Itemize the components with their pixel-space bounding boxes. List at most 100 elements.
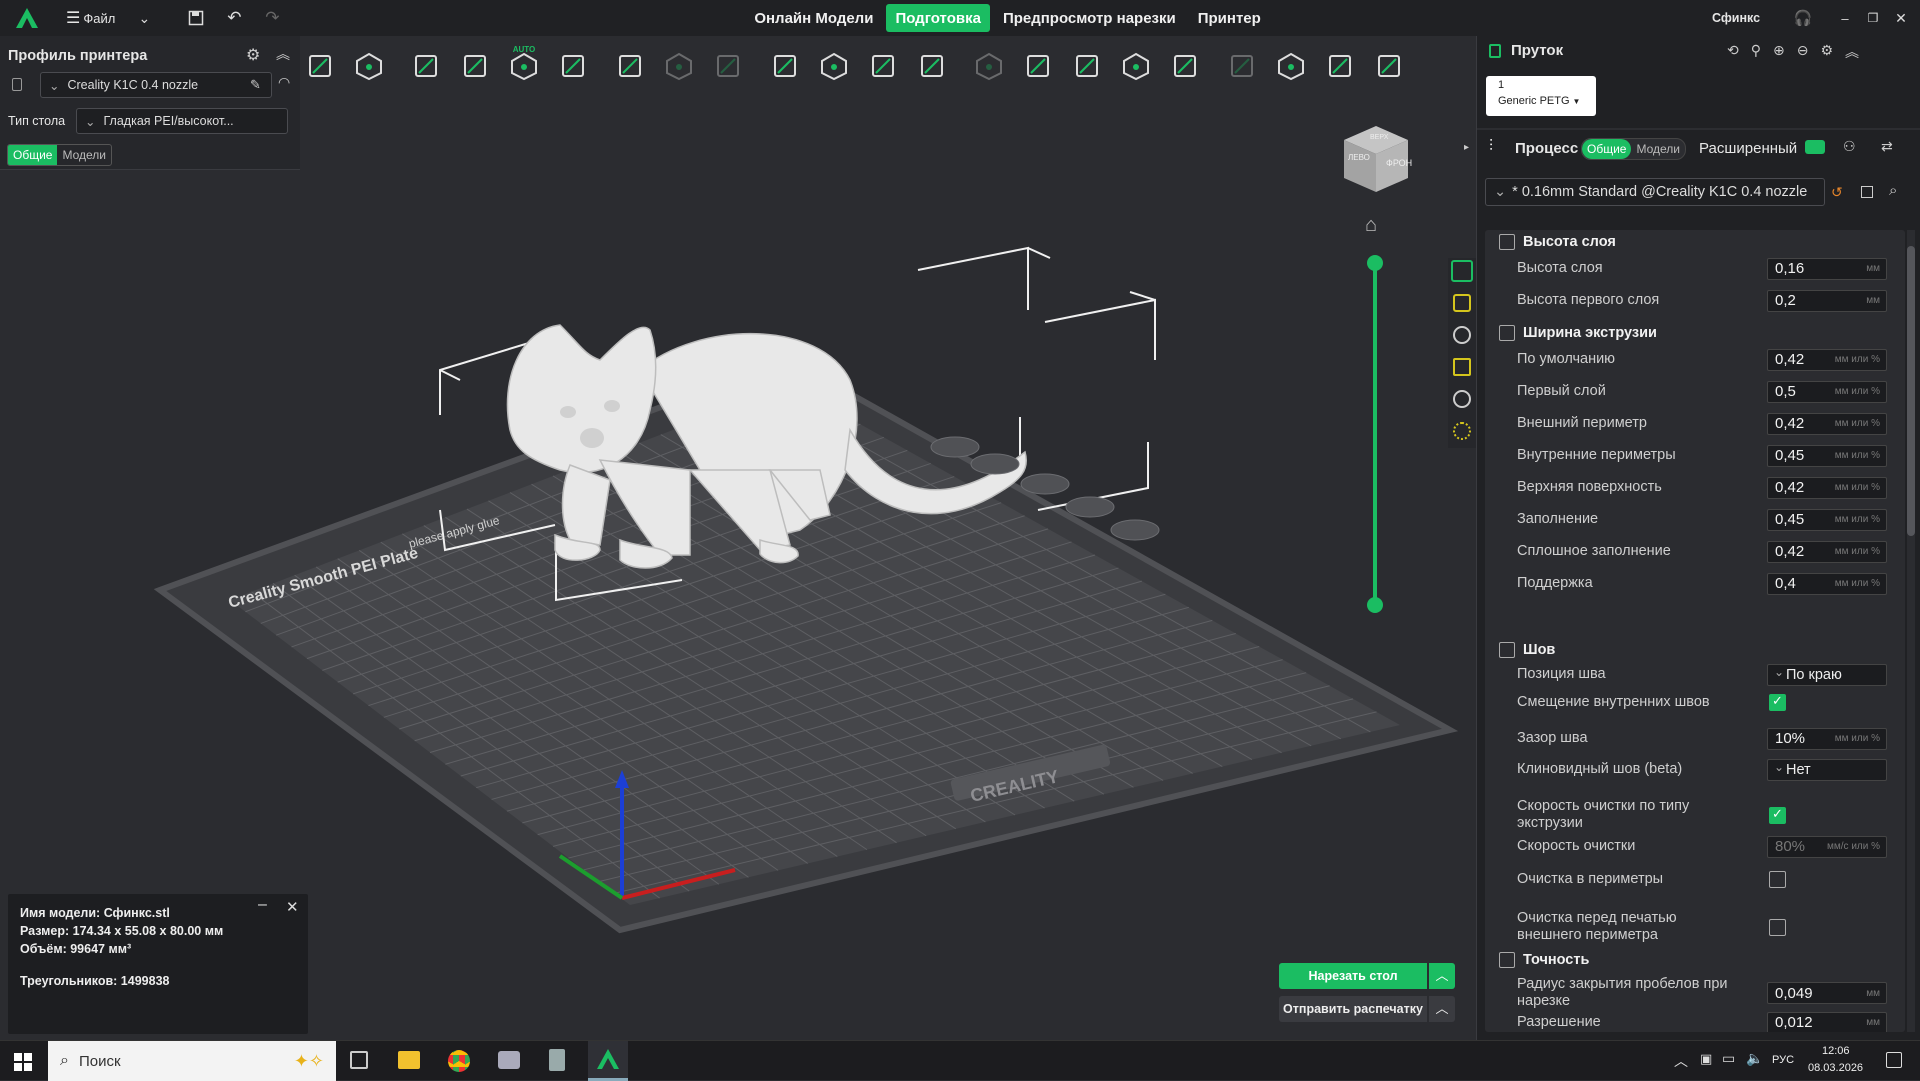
wipe-before-row-checkbox[interactable] xyxy=(1769,918,1786,936)
setting-row-input[interactable]: 0,5 мм или % xyxy=(1767,380,1887,403)
orient-icon[interactable] xyxy=(455,46,495,86)
undo-icon[interactable]: ↶ xyxy=(219,3,249,33)
app-logo-icon[interactable] xyxy=(12,3,42,33)
section-seam[interactable]: Шов xyxy=(1499,642,1555,658)
link-icon[interactable]: ⇄ xyxy=(1881,138,1893,155)
taskbar-time[interactable]: 12:06 xyxy=(1822,1045,1850,1057)
minimize-icon[interactable]: – xyxy=(258,896,267,914)
slicer-app-icon[interactable] xyxy=(498,1051,520,1069)
calculator-icon[interactable] xyxy=(549,1049,565,1071)
tab-slice-preview[interactable]: Предпросмотр нарезки xyxy=(994,4,1185,32)
compare-icon[interactable]: ⚇ xyxy=(1843,138,1856,155)
settings-scrollbar[interactable] xyxy=(1907,230,1915,1032)
send-print-button[interactable]: Отправить распечатку xyxy=(1279,996,1427,1022)
hollow-icon[interactable] xyxy=(863,46,903,86)
add-object-icon[interactable] xyxy=(300,46,340,86)
section-line-width[interactable]: Ширина экструзии xyxy=(1499,325,1657,341)
arrange-icon[interactable] xyxy=(406,46,446,86)
close-icon[interactable]: ✕ xyxy=(286,898,299,916)
language-indicator[interactable]: РУС xyxy=(1772,1054,1794,1066)
setting-row-input[interactable]: 0,4 мм или % xyxy=(1767,572,1887,595)
gear-icon[interactable]: ⚙ xyxy=(1820,42,1833,62)
layout-split-icon[interactable] xyxy=(708,46,748,86)
advanced-toggle[interactable] xyxy=(1805,140,1825,154)
slice-plate-button[interactable]: Нарезать стол xyxy=(1279,963,1427,989)
setting-row-input[interactable]: 0,42 мм или % xyxy=(1767,540,1887,563)
split-icon[interactable] xyxy=(553,46,593,86)
search-icon[interactable]: ⌕ xyxy=(1889,182,1897,199)
spool-icon[interactable]: ⚲ xyxy=(1751,42,1761,62)
gear-icon[interactable]: ⚙ xyxy=(246,45,260,65)
printer-profile-select[interactable]: ⌄ Creality K1C 0.4 nozzle xyxy=(40,72,272,98)
cut-icon[interactable] xyxy=(610,46,650,86)
process-preset-select[interactable]: ⌄ * 0.16mm Standard @Creality K1C 0.4 no… xyxy=(1485,178,1825,206)
seam-offset-row-checkbox[interactable] xyxy=(1769,693,1786,711)
volume-icon[interactable]: 🔈 xyxy=(1746,1050,1763,1067)
tab-general[interactable]: Общие xyxy=(1582,139,1632,159)
add-icon[interactable]: ⊕ xyxy=(1773,42,1785,62)
others-icon[interactable] xyxy=(1453,390,1471,408)
tab-prepare[interactable]: Подготовка xyxy=(886,4,990,32)
setting-row-input[interactable]: 0,42 мм или % xyxy=(1767,412,1887,435)
auto-orient-icon[interactable]: AUTO xyxy=(504,45,544,86)
wifi-icon[interactable]: ◠ xyxy=(278,74,290,91)
setting-row-input[interactable]: 0,45 мм или % xyxy=(1767,444,1887,467)
redo-icon[interactable]: ↷ xyxy=(257,3,287,33)
layer-slider-top-handle[interactable] xyxy=(1367,255,1383,271)
taskbar-search[interactable]: ⌕ Поиск ✦✧ xyxy=(48,1041,336,1081)
section-layer-height[interactable]: Высота слоя xyxy=(1499,234,1616,250)
mmu-paint-icon[interactable] xyxy=(1222,46,1262,86)
layer-slider-bottom-handle[interactable] xyxy=(1367,597,1383,613)
tab-printer[interactable]: Принтер xyxy=(1189,4,1270,32)
flatten-icon[interactable] xyxy=(912,46,952,86)
seam-paint-icon[interactable] xyxy=(1116,46,1156,86)
quality-icon[interactable] xyxy=(1451,260,1473,282)
edit-icon[interactable]: ✎ xyxy=(250,77,261,93)
restore-icon[interactable]: ❐ xyxy=(1858,3,1888,33)
tray-chevron-icon[interactable]: ︿ xyxy=(1674,1051,1688,1071)
task-view-icon[interactable] xyxy=(350,1051,368,1069)
layer-slider-track[interactable] xyxy=(1373,263,1377,605)
reset-icon[interactable]: ↺ xyxy=(1831,184,1843,201)
seam-gap-row-input[interactable]: 10% мм или % xyxy=(1767,727,1887,750)
bed-type-select[interactable]: ⌄ Гладкая PEI/высокот... xyxy=(76,108,288,134)
tab-online-models[interactable]: Онлайн Модели xyxy=(745,4,882,32)
chevron-down-icon[interactable]: ⌄ xyxy=(129,3,159,33)
view-cube[interactable]: ФРОНТ ЛЕВО ВЕРХ xyxy=(1340,122,1418,194)
send-options-chevron-icon[interactable]: ︿ xyxy=(1429,996,1455,1022)
save-icon[interactable] xyxy=(1861,186,1873,198)
save-icon[interactable] xyxy=(181,3,211,33)
layout-grid-icon[interactable] xyxy=(659,46,699,86)
tab-models[interactable]: Модели xyxy=(57,145,111,165)
taskbar-date[interactable]: 08.03.2026 xyxy=(1808,1062,1863,1074)
notifications-icon[interactable] xyxy=(1886,1052,1902,1068)
gap-close-row-input[interactable]: 0,049 мм xyxy=(1767,982,1887,1004)
ai-detect-icon[interactable] xyxy=(1369,46,1409,86)
creality-print-taskbar-icon[interactable] xyxy=(588,1041,628,1081)
home-view-icon[interactable]: ⌂ xyxy=(1365,214,1377,237)
chrome-icon[interactable] xyxy=(448,1050,470,1072)
scarf-seam-row-select[interactable]: Нет xyxy=(1767,758,1887,781)
sync-icon[interactable]: ⟲ xyxy=(1727,42,1739,62)
minimize-icon[interactable]: – xyxy=(1830,3,1860,33)
monitor-icon[interactable]: ▭ xyxy=(1722,1050,1735,1067)
seam-position-row-select[interactable]: По краю xyxy=(1767,663,1887,686)
slice-options-chevron-icon[interactable]: ︿ xyxy=(1429,963,1455,989)
filament-slot-card[interactable]: 1 Generic PETG ▼ xyxy=(1486,76,1596,116)
support-structure-icon[interactable] xyxy=(1453,358,1471,376)
add-plate-icon[interactable] xyxy=(349,46,389,86)
strength-icon[interactable] xyxy=(1453,294,1471,312)
windows-start-icon[interactable] xyxy=(14,1053,32,1071)
tab-models[interactable]: Модели xyxy=(1631,139,1685,159)
support-icon[interactable]: 🎧 xyxy=(1788,3,1818,33)
setting-row-input[interactable]: 0,42 мм или % xyxy=(1767,476,1887,499)
wipe-speed-type-row-checkbox[interactable] xyxy=(1769,806,1786,824)
close-icon[interactable]: ✕ xyxy=(1886,3,1916,33)
collapse-icon[interactable]: ︽ xyxy=(1845,42,1859,62)
setting-row-input[interactable]: 0,2 мм xyxy=(1767,289,1887,312)
scale-icon[interactable] xyxy=(765,46,805,86)
support-paint-icon[interactable] xyxy=(1067,46,1107,86)
scrollbar-thumb[interactable] xyxy=(1907,246,1915,536)
text-tool-icon[interactable] xyxy=(1271,46,1311,86)
file-menu-button[interactable]: ☰ Файл xyxy=(66,8,115,28)
